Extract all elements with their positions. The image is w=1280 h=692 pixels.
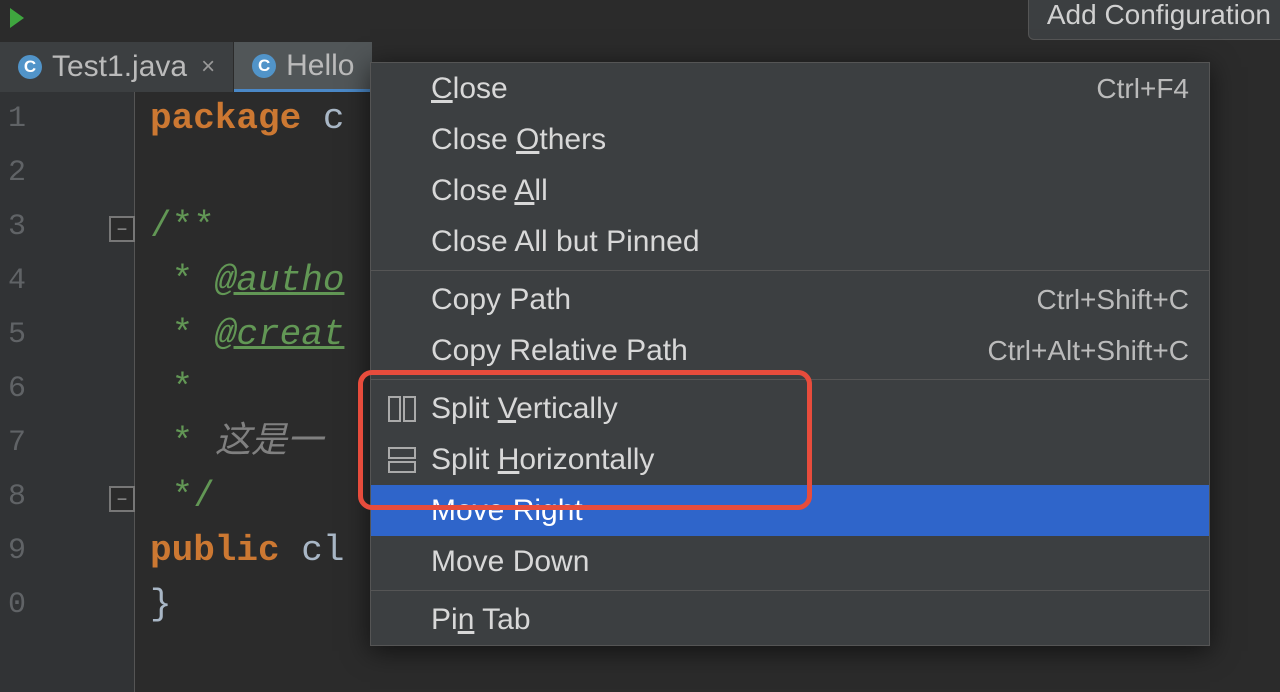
code-keyword: public [150,530,280,571]
menu-split-vertically[interactable]: Split Vertically [371,383,1209,434]
menu-copy-path[interactable]: Copy Path Ctrl+Shift+C [371,274,1209,325]
tab-context-menu: Close Ctrl+F4 Close Others Close All Clo… [370,62,1210,646]
code-comment-text: 这是一 [215,422,323,463]
line-number: 6 [0,362,134,416]
line-number: 0 [0,578,134,632]
menu-split-horizontally[interactable]: Split Horizontally [371,434,1209,485]
code-doc-tag: @autho [215,260,345,301]
line-number: 4 [0,254,134,308]
tab-test1[interactable]: C Test1.java × [0,42,234,92]
code-doc-tag: @creat [215,314,345,355]
shortcut-label: Ctrl+Shift+C [1037,284,1190,316]
code-text: cl [280,530,345,571]
fold-icon[interactable]: − [109,216,135,242]
menu-separator [371,270,1209,271]
menu-separator [371,379,1209,380]
tab-hello[interactable]: C Hello [234,42,373,92]
menu-close-all-but-pinned[interactable]: Close All but Pinned [371,216,1209,267]
menu-pin-tab[interactable]: Pin Tab [371,594,1209,645]
code-comment: * [150,260,215,301]
menu-close[interactable]: Close Ctrl+F4 [371,63,1209,114]
menu-close-others[interactable]: Close Others [371,114,1209,165]
line-number: 5 [0,308,134,362]
line-number: 9 [0,524,134,578]
line-number: 1 [0,92,134,146]
code-keyword: package [150,98,301,139]
line-number: 7 [0,416,134,470]
class-icon: C [252,54,276,78]
menu-copy-relative-path[interactable]: Copy Relative Path Ctrl+Alt+Shift+C [371,325,1209,376]
close-icon[interactable]: × [201,53,215,81]
line-number: 2 [0,146,134,200]
menu-move-down[interactable]: Move Down [371,536,1209,587]
add-configuration-button[interactable]: Add Configuration [1028,0,1280,40]
tab-label: Hello [286,49,354,83]
menu-close-all[interactable]: Close All [371,165,1209,216]
editor-gutter: 1 2 3 4 5 6 7 8 9 0 − − [0,92,135,692]
tab-label: Test1.java [52,50,187,84]
code-editor[interactable]: package c /** * @autho * @creat * * 这是一 … [150,92,344,632]
menu-separator [371,590,1209,591]
run-icon[interactable] [10,8,24,28]
code-comment: * [150,368,193,409]
code-comment: /** [150,206,215,247]
class-icon: C [18,55,42,79]
code-text: } [150,584,172,625]
shortcut-label: Ctrl+F4 [1096,73,1189,105]
code-text: c [301,98,344,139]
split-horizontal-icon [385,444,419,476]
shortcut-label: Ctrl+Alt+Shift+C [987,335,1189,367]
fold-icon[interactable]: − [109,486,135,512]
tab-bar: C Test1.java × C Hello [0,42,373,92]
split-vertical-icon [385,393,419,425]
code-comment: * [150,314,215,355]
code-comment: */ [150,476,215,517]
menu-move-right[interactable]: Move Right [371,485,1209,536]
code-comment: * [150,422,215,463]
